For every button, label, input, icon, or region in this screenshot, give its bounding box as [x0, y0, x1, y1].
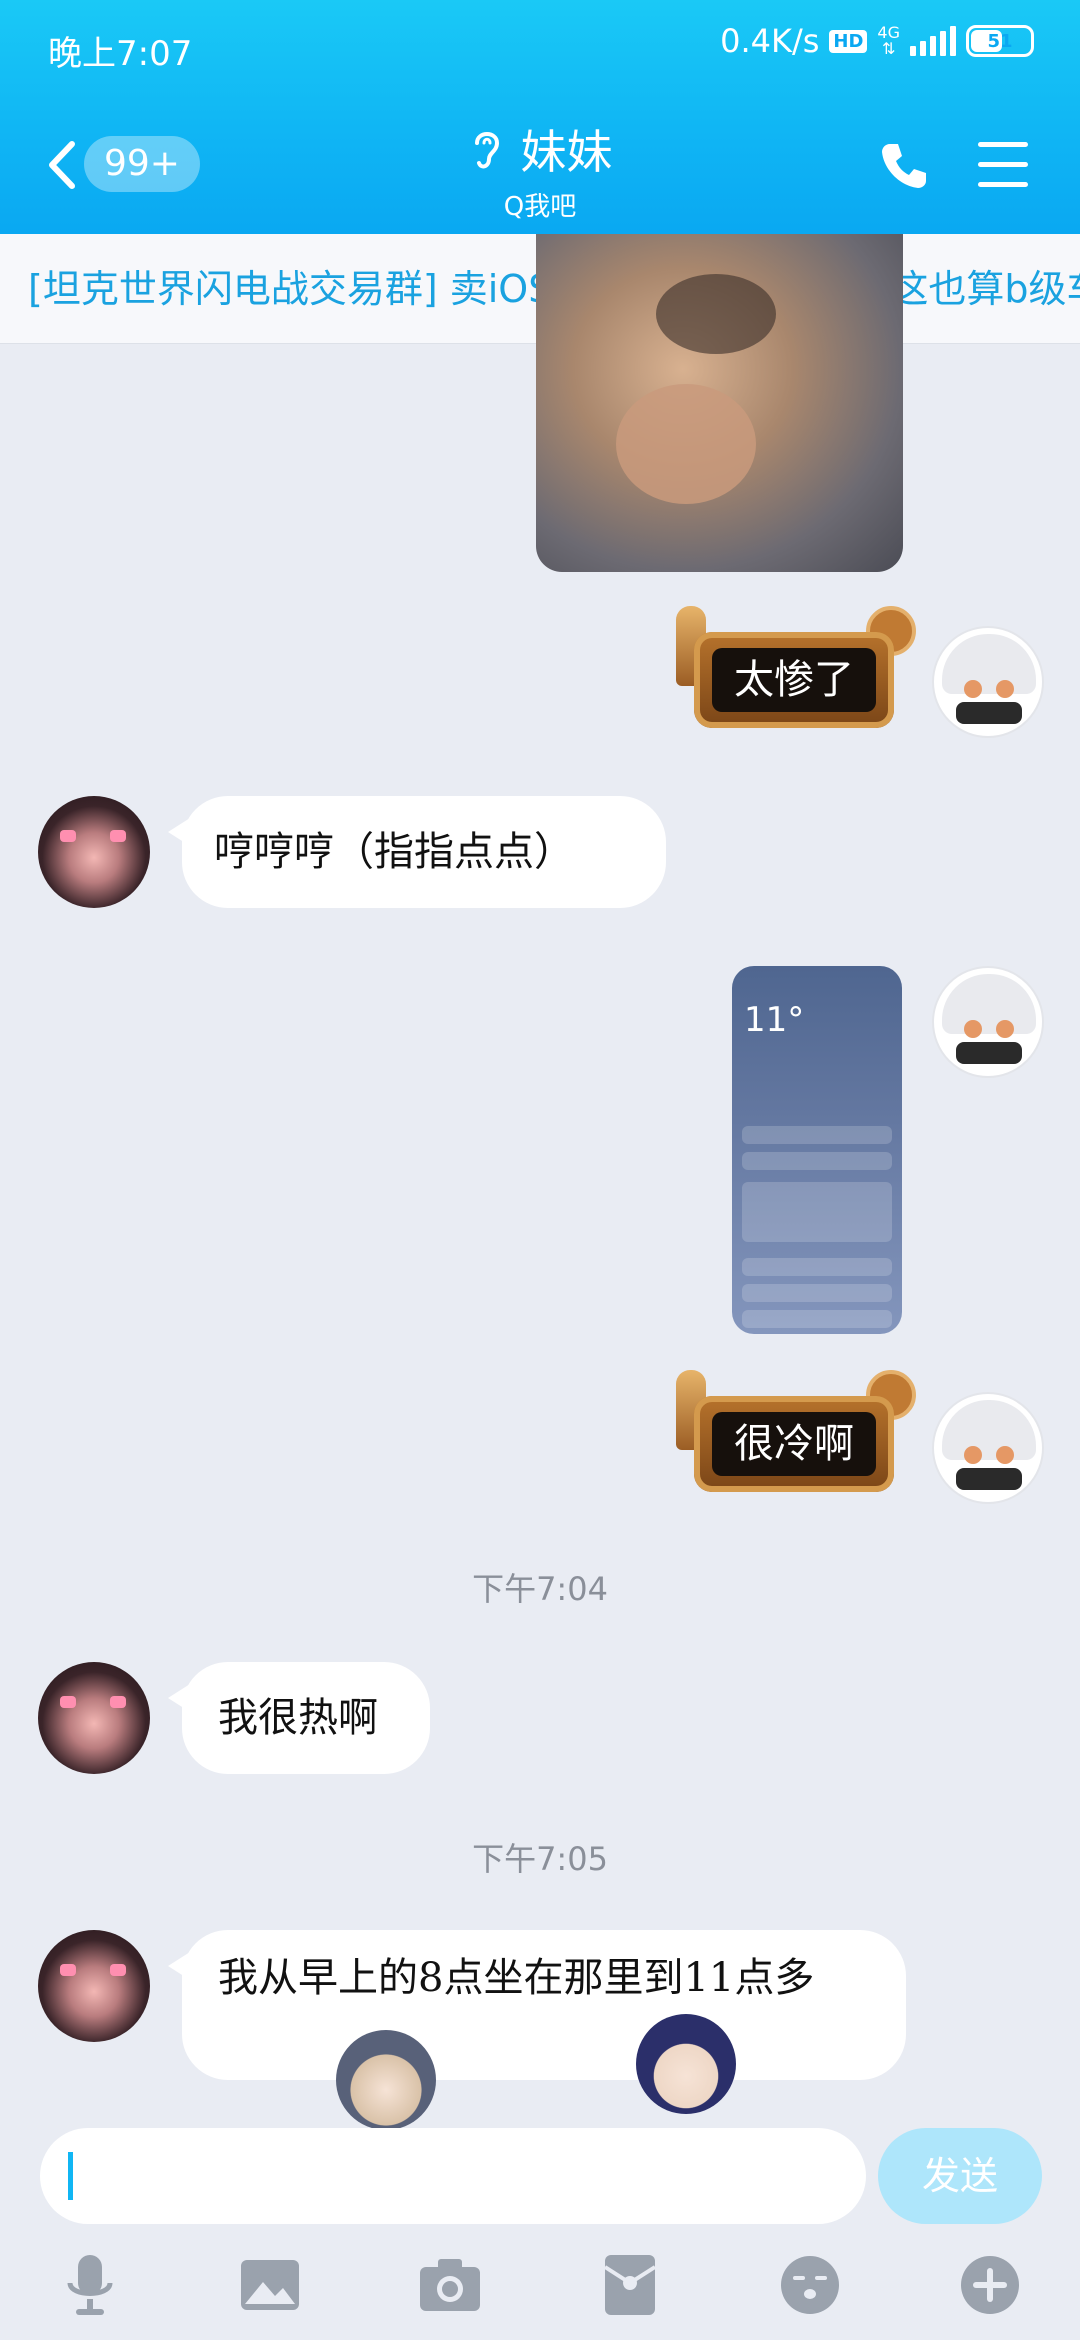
menu-icon[interactable]	[978, 142, 1028, 188]
contact-avatar[interactable]	[38, 1930, 150, 2042]
contact-status: Q我吧	[503, 192, 577, 222]
ear-icon	[475, 132, 500, 169]
red-packet-icon[interactable]	[595, 2250, 665, 2320]
network-speed: 0.4K/s	[720, 22, 820, 60]
status-right: 0.4K/s HD 4G ⇅ 51	[720, 22, 1034, 60]
signal-icon	[910, 26, 956, 56]
status-bar: 晚上7:07 0.4K/s HD 4G ⇅ 51	[0, 0, 1080, 96]
message-timestamp: 下午7:04	[472, 1570, 608, 1608]
camera-icon[interactable]	[415, 2250, 485, 2320]
sent-image-weather[interactable]: 11°	[732, 966, 902, 1334]
status-time: 晚上7:07	[48, 34, 193, 74]
emoji-icon[interactable]	[775, 2250, 845, 2320]
picture-icon[interactable]	[235, 2250, 305, 2320]
send-button[interactable]: 发送	[878, 2128, 1042, 2224]
chat-header: 晚上7:07 0.4K/s HD 4G ⇅ 51 99+ 妹妹 Q我吧	[0, 0, 1080, 234]
microphone-icon[interactable]	[55, 2250, 125, 2320]
network-type: 4G ⇅	[877, 25, 900, 57]
message-timestamp: 下午7:05	[472, 1840, 608, 1878]
my-avatar[interactable]	[932, 966, 1044, 1078]
sticker-text: 很冷啊	[712, 1412, 876, 1476]
contact-avatar[interactable]	[38, 796, 150, 908]
chat-title-area[interactable]: 妹妹 Q我吧	[300, 116, 780, 223]
message-text: 哼哼哼（指指点点）	[214, 829, 574, 875]
weather-temperature: 11°	[744, 1000, 805, 1040]
received-message-bubble[interactable]: 哼哼哼（指指点点）	[168, 796, 666, 908]
unread-badge[interactable]: 99+	[84, 136, 200, 192]
bottom-toolbar	[0, 2230, 1080, 2340]
my-avatar[interactable]	[932, 626, 1044, 738]
input-bar: 发送	[0, 2110, 1080, 2230]
my-avatar[interactable]	[932, 1392, 1044, 1504]
data-arrows-icon: ⇅	[882, 39, 896, 58]
received-message-bubble[interactable]: 我从早上的8点坐在那里到11点多	[168, 1930, 906, 2080]
contact-name: 妹妹	[520, 125, 613, 179]
battery-icon: 51	[966, 25, 1034, 57]
sticker-message[interactable]: 很冷啊	[676, 1370, 916, 1510]
sticker-text: 太惨了	[712, 648, 876, 712]
peeking-character-right	[626, 2004, 746, 2114]
message-text: 我很热啊	[218, 1695, 378, 1741]
sent-image-dog[interactable]	[536, 234, 903, 572]
contact-avatar[interactable]	[38, 1662, 150, 1774]
received-message-bubble[interactable]: 我很热啊	[168, 1662, 430, 1774]
battery-level: 51	[987, 30, 1013, 52]
text-caret	[68, 2152, 73, 2200]
message-text: 我从早上的8点坐在那里到11点多	[218, 1955, 815, 2001]
hd-icon: HD	[829, 29, 868, 53]
phone-icon[interactable]	[876, 138, 932, 194]
plus-icon[interactable]	[955, 2250, 1025, 2320]
message-input[interactable]	[40, 2128, 866, 2224]
sticker-message[interactable]: 太惨了	[676, 606, 916, 746]
